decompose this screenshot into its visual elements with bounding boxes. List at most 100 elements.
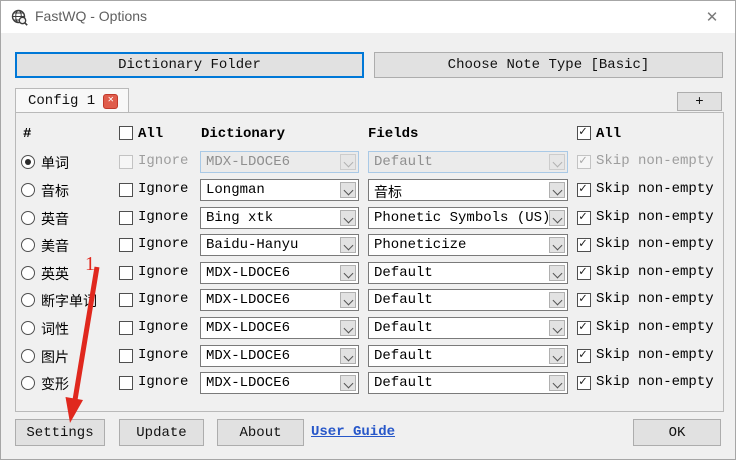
chevron-down-icon (340, 182, 356, 198)
fields-select[interactable]: Default (368, 151, 568, 173)
skip-checkbox[interactable] (577, 181, 591, 197)
ignore-label: Ignore (138, 153, 189, 169)
fields-select[interactable]: Default (368, 317, 568, 339)
ok-button[interactable]: OK (633, 419, 721, 446)
row-radio[interactable] (21, 211, 35, 225)
dictionary-select[interactable]: MDX-LDOCE6 (200, 345, 359, 367)
ignore-label: Ignore (138, 319, 189, 335)
ignore-checkbox[interactable] (119, 155, 133, 169)
chevron-down-icon (340, 375, 356, 391)
about-button[interactable]: About (217, 419, 304, 446)
tab-close-icon[interactable]: ✕ (103, 93, 119, 109)
row-radio[interactable] (21, 183, 35, 197)
dictionary-select[interactable]: MDX-LDOCE6 (200, 151, 359, 173)
skip-checkbox[interactable] (577, 347, 591, 363)
fields-select[interactable]: Phonetic Symbols (US) (368, 207, 568, 229)
fields-value: Default (374, 375, 433, 391)
fields-select[interactable]: Default (368, 289, 568, 311)
ignore-label: Ignore (138, 209, 189, 225)
skip-label: Skip non-empty (596, 153, 714, 169)
all-ignore-checkbox[interactable] (119, 126, 133, 140)
update-button[interactable]: Update (119, 419, 204, 446)
skip-label: Skip non-empty (596, 264, 714, 280)
skip-checkbox[interactable] (577, 374, 591, 390)
ignore-checkbox[interactable] (119, 376, 133, 390)
title-bar: FastWQ - Options ✕ (1, 1, 735, 33)
row-radio[interactable] (21, 321, 35, 335)
chevron-down-icon (549, 375, 565, 391)
fields-value: Default (374, 154, 433, 170)
ignore-label: Ignore (138, 181, 189, 197)
fields-select[interactable]: 音标 (368, 179, 568, 202)
tab-config-1[interactable]: Config 1 ✕ (15, 88, 129, 113)
ignore-checkbox[interactable] (119, 293, 133, 307)
fields-select[interactable]: Default (368, 262, 568, 284)
dictionary-value: MDX-LDOCE6 (206, 292, 291, 308)
ignore-checkbox[interactable] (119, 183, 133, 197)
skip-checkbox[interactable] (577, 319, 591, 335)
fields-value: 音标 (374, 186, 402, 202)
dictionary-value: MDX-LDOCE6 (206, 375, 291, 391)
row-label: 英英 (41, 268, 69, 284)
chevron-down-icon (340, 292, 356, 308)
all-skip-checkbox[interactable] (577, 124, 591, 140)
row-radio[interactable] (21, 349, 35, 363)
chevron-down-icon (340, 348, 356, 364)
fields-value: Phoneticize (374, 237, 467, 253)
choose-note-type-button[interactable]: Choose Note Type [Basic] (374, 52, 723, 78)
row-radio[interactable] (21, 293, 35, 307)
user-guide-link[interactable]: User Guide (311, 424, 395, 440)
chevron-down-icon (340, 237, 356, 253)
window-title: FastWQ - Options (35, 8, 148, 24)
row-label: 英音 (41, 213, 69, 229)
dictionary-select[interactable]: MDX-LDOCE6 (200, 262, 359, 284)
dictionary-select[interactable]: Longman (200, 179, 359, 201)
dictionary-select[interactable]: Bing xtk (200, 207, 359, 229)
row-radio[interactable] (21, 155, 35, 169)
table-row: 美音 Ignore Baidu-Hanyu Phoneticize Skip n… (1, 231, 735, 259)
ignore-checkbox[interactable] (119, 349, 133, 363)
row-radio[interactable] (21, 376, 35, 390)
close-icon[interactable]: ✕ (697, 5, 727, 29)
ignore-checkbox[interactable] (119, 321, 133, 335)
skip-checkbox[interactable] (577, 236, 591, 252)
dictionary-value: Longman (206, 182, 265, 198)
row-radio[interactable] (21, 266, 35, 280)
chevron-down-icon (549, 265, 565, 281)
table-row: 单词 Ignore MDX-LDOCE6 Default Skip non-em… (1, 148, 735, 176)
skip-checkbox[interactable] (577, 209, 591, 225)
fields-value: Default (374, 320, 433, 336)
skip-label: Skip non-empty (596, 236, 714, 252)
fields-select[interactable]: Default (368, 345, 568, 367)
dictionary-select[interactable]: MDX-LDOCE6 (200, 289, 359, 311)
skip-label: Skip non-empty (596, 181, 714, 197)
dictionary-select[interactable]: MDX-LDOCE6 (200, 372, 359, 394)
row-radio[interactable] (21, 238, 35, 252)
dictionary-select[interactable]: MDX-LDOCE6 (200, 317, 359, 339)
row-label: 单词 (41, 157, 69, 173)
table-row: 英音 Ignore Bing xtk Phonetic Symbols (US)… (1, 204, 735, 232)
skip-checkbox[interactable] (577, 291, 591, 307)
row-label: 音标 (41, 185, 69, 201)
settings-button[interactable]: Settings (15, 419, 105, 446)
skip-checkbox[interactable] (577, 153, 591, 169)
fields-value: Default (374, 348, 433, 364)
tab-label: Config 1 (28, 93, 96, 109)
chevron-down-icon (549, 320, 565, 336)
dictionary-select[interactable]: Baidu-Hanyu (200, 234, 359, 256)
ignore-label: Ignore (138, 291, 189, 307)
chevron-down-icon (549, 182, 565, 198)
dictionary-folder-button[interactable]: Dictionary Folder (15, 52, 364, 78)
ignore-checkbox[interactable] (119, 211, 133, 225)
ignore-checkbox[interactable] (119, 266, 133, 280)
chevron-down-icon (549, 210, 565, 226)
row-label: 图片 (41, 351, 69, 367)
table-row: 音标 Ignore Longman 音标 Skip non-empty (1, 176, 735, 204)
fields-value: Default (374, 265, 433, 281)
ignore-checkbox[interactable] (119, 238, 133, 252)
table-row: 变形 Ignore MDX-LDOCE6 Default Skip non-em… (1, 369, 735, 397)
fields-select[interactable]: Default (368, 372, 568, 394)
add-config-button[interactable]: + (677, 92, 722, 111)
fields-select[interactable]: Phoneticize (368, 234, 568, 256)
skip-checkbox[interactable] (577, 264, 591, 280)
